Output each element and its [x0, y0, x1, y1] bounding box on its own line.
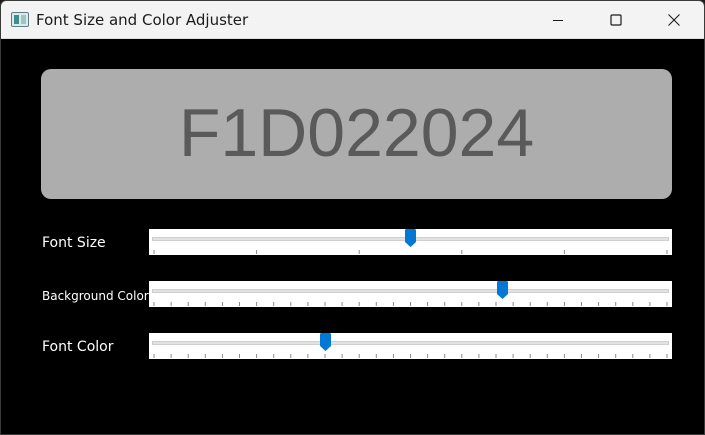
font-size-slider[interactable]: [149, 229, 672, 255]
slider-handle[interactable]: [497, 281, 509, 299]
close-button[interactable]: [645, 1, 703, 38]
close-icon: [668, 13, 680, 26]
app-window-icon: [11, 12, 29, 27]
title-bar[interactable]: Font Size and Color Adjuster: [1, 1, 704, 39]
slider-handle[interactable]: [405, 229, 416, 247]
slider-ticks: [153, 302, 668, 306]
preview-text: F1D022024: [178, 95, 535, 171]
window-title: Font Size and Color Adjuster: [36, 11, 249, 29]
background-color-slider[interactable]: [149, 281, 672, 307]
minimize-icon: [553, 19, 563, 21]
slider-ticks: [153, 354, 668, 358]
font-color-slider[interactable]: [149, 333, 672, 359]
preview-display: F1D022024: [41, 69, 672, 199]
maximize-button[interactable]: [587, 1, 645, 38]
maximize-icon: [610, 13, 622, 26]
slider-handle[interactable]: [320, 333, 332, 351]
font-size-label: Font Size: [42, 235, 106, 251]
app-window: Font Size and Color Adjuster F1D022024 F…: [0, 0, 705, 435]
minimize-button[interactable]: [529, 1, 587, 38]
background-color-label: Background Color: [42, 289, 149, 303]
font-color-label: Font Color: [42, 339, 114, 355]
